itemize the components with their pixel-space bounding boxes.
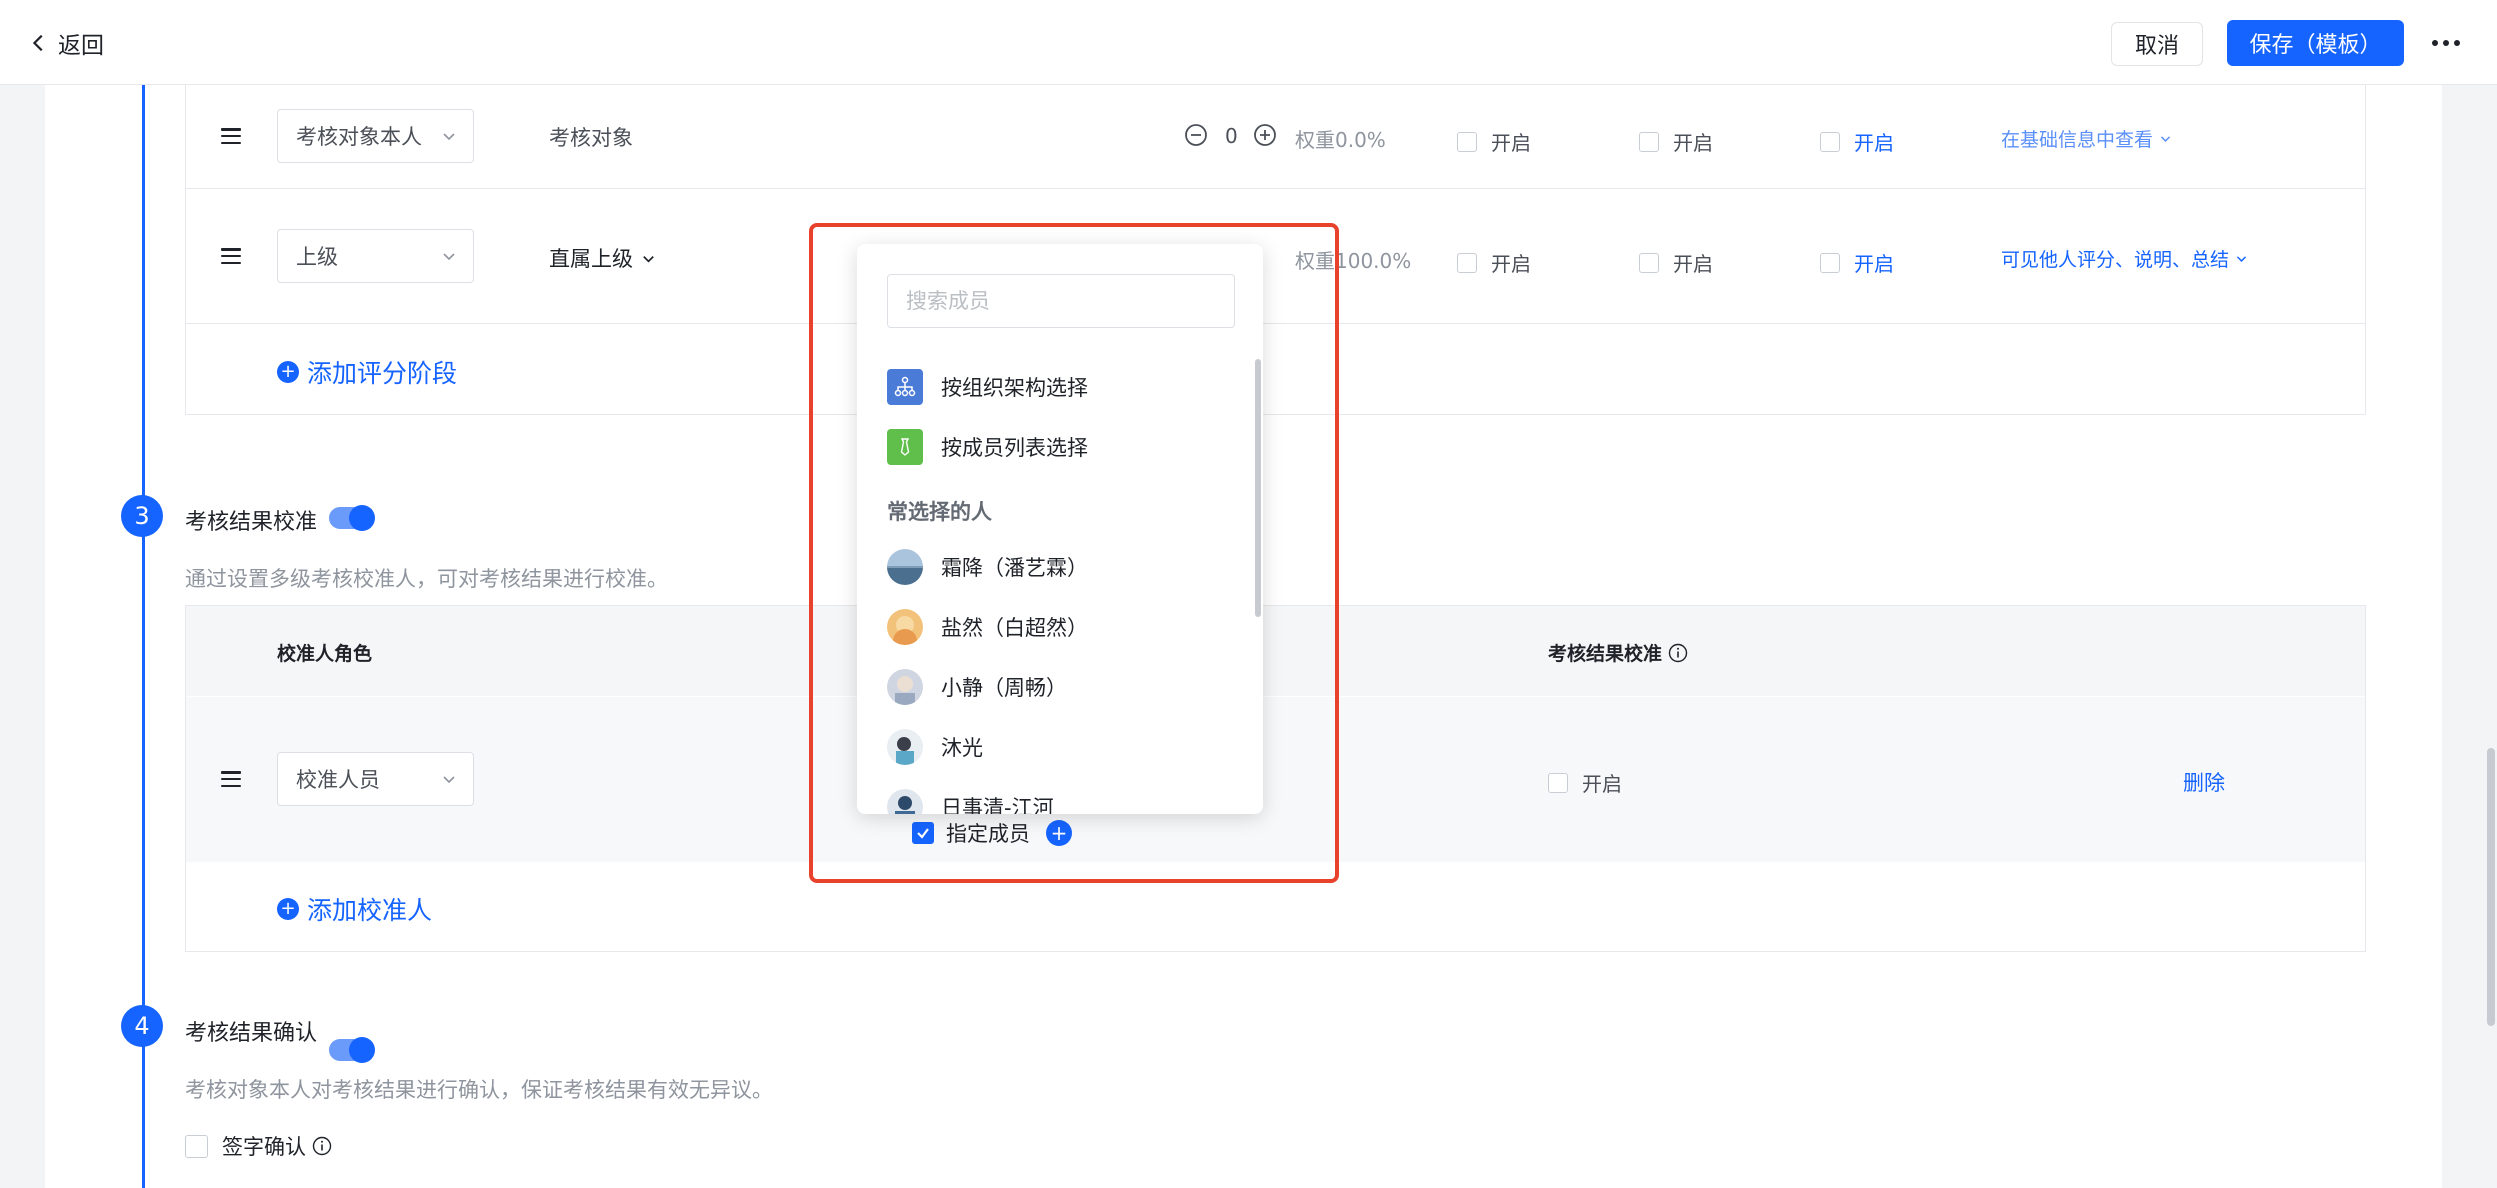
option-checkbox-1[interactable]: 开启	[1457, 127, 1531, 156]
rater-dropdown[interactable]: 直属上级	[549, 243, 656, 273]
minus-circle-icon[interactable]	[1184, 123, 1208, 147]
calibrator-role-select[interactable]: 校准人员	[277, 752, 474, 806]
calibration-toggle[interactable]	[329, 505, 375, 531]
drag-handle-icon[interactable]	[221, 128, 241, 144]
visibility-dropdown[interactable]: 在基础信息中查看	[2001, 125, 2172, 152]
row-divider	[186, 188, 2365, 189]
rater-label: 考核对象	[549, 126, 633, 150]
column-header-role: 校准人角色	[277, 643, 373, 665]
chevron-left-icon	[32, 34, 43, 52]
page-scrollbar-thumb[interactable]	[2487, 748, 2495, 1026]
section-description: 通过设置多级考核校准人，可对考核结果进行校准。	[185, 567, 668, 591]
info-icon[interactable]	[1668, 643, 1688, 663]
back-label: 返回	[58, 33, 104, 59]
chevron-down-icon	[2236, 256, 2247, 262]
step-number-4: 4	[121, 1005, 163, 1047]
weight-label: 权重0.0%	[1295, 128, 1386, 152]
section-title: 考核结果校准	[185, 510, 318, 535]
chevron-down-icon	[2160, 136, 2171, 142]
highlight-frame	[809, 223, 1339, 883]
option-checkbox-2[interactable]: 开启	[1639, 127, 1713, 156]
more-icon[interactable]	[2428, 28, 2464, 58]
plus-circle-icon[interactable]	[1253, 123, 1277, 147]
plus-icon: +	[277, 361, 299, 383]
role-select[interactable]: 考核对象本人	[277, 109, 474, 163]
drag-handle-icon[interactable]	[221, 248, 241, 264]
option-checkbox-2[interactable]: 开启	[1639, 248, 1713, 277]
chevron-down-icon	[643, 255, 654, 263]
role-select-value: 校准人员	[296, 768, 380, 792]
add-calibrator-link[interactable]: + 添加校准人	[277, 891, 432, 927]
cancel-button[interactable]: 取消	[2111, 22, 2203, 66]
sign-confirm-checkbox[interactable]: 签字确认	[185, 1131, 332, 1161]
calibration-checkbox[interactable]: 开启	[1548, 768, 1622, 797]
role-select[interactable]: 上级	[277, 229, 474, 283]
plus-icon: +	[277, 898, 299, 920]
chevron-down-icon	[443, 253, 455, 261]
delete-link[interactable]: 删除	[2183, 767, 2225, 797]
chevron-down-icon	[443, 776, 455, 784]
role-select-value: 上级	[296, 245, 338, 269]
weight-value: 0	[1225, 124, 1238, 148]
option-checkbox-3[interactable]: 开启	[1820, 127, 1894, 156]
drag-handle-icon[interactable]	[221, 771, 241, 787]
step-number-3: 3	[121, 495, 163, 537]
column-header-calibration: 考核结果校准	[1548, 639, 1688, 666]
back-button[interactable]: 返回	[28, 26, 104, 60]
option-checkbox-3[interactable]: 开启	[1820, 248, 1894, 277]
info-icon[interactable]	[312, 1136, 332, 1156]
option-checkbox-1[interactable]: 开启	[1457, 248, 1531, 277]
confirmation-toggle[interactable]	[329, 1037, 375, 1063]
section-description: 考核对象本人对考核结果进行确认，保证考核结果有效无异议。	[185, 1078, 773, 1102]
section-title: 考核结果确认	[185, 1021, 318, 1046]
chevron-down-icon	[443, 133, 455, 141]
visibility-dropdown[interactable]: 可见他人评分、说明、总结	[2001, 245, 2248, 272]
role-select-value: 考核对象本人	[296, 125, 422, 149]
save-template-button[interactable]: 保存（模板）	[2227, 20, 2404, 66]
add-rating-stage-link[interactable]: + 添加评分阶段	[277, 354, 457, 390]
